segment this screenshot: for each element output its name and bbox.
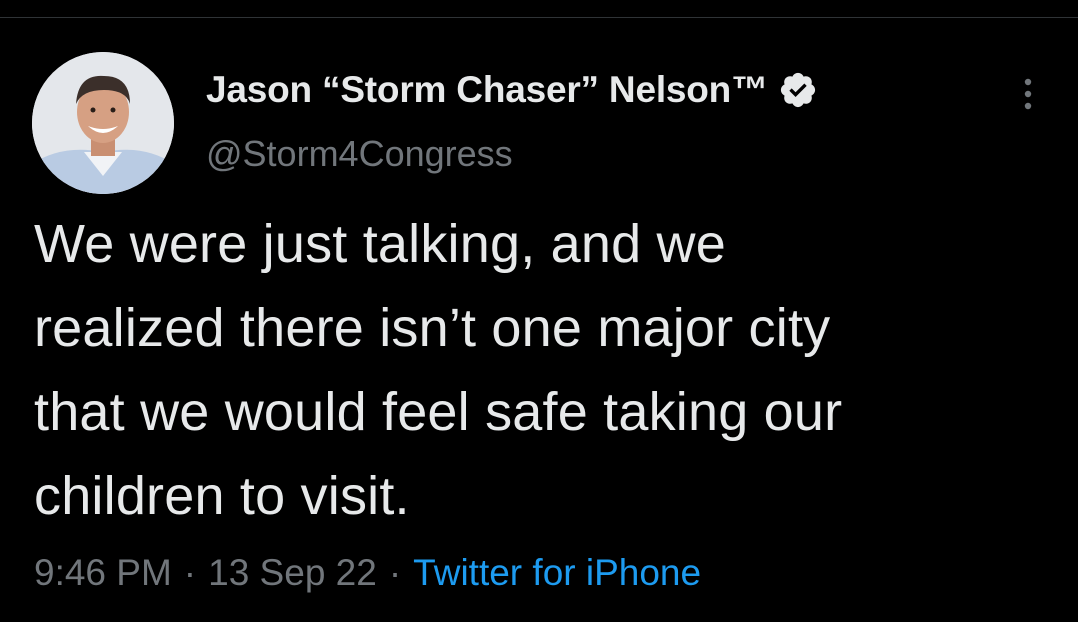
meta-separator: · (388, 552, 402, 593)
author-display-name[interactable]: Jason “Storm Chaser” Nelson™ (206, 66, 818, 114)
top-divider (0, 17, 1078, 18)
tweet-date[interactable]: 13 Sep 22 (208, 552, 377, 594)
tweet-time[interactable]: 9:46 PM (34, 552, 172, 594)
tweet-metadata: 9:46 PM · 13 Sep 22 · Twitter for iPhone (34, 552, 701, 594)
verified-badge-icon[interactable] (778, 70, 818, 110)
avatar-photo-icon (32, 52, 174, 194)
avatar[interactable] (32, 52, 174, 194)
more-options-button[interactable] (1008, 70, 1048, 118)
meta-separator: · (183, 552, 197, 593)
more-vertical-icon (1024, 78, 1032, 110)
tweet-text: We were just talking, and we realized th… (34, 214, 843, 526)
tweet-source-link[interactable]: Twitter for iPhone (413, 552, 701, 594)
display-name-text: Jason “Storm Chaser” Nelson™ (206, 69, 768, 110)
author-handle[interactable]: @Storm4Congress (206, 133, 513, 175)
